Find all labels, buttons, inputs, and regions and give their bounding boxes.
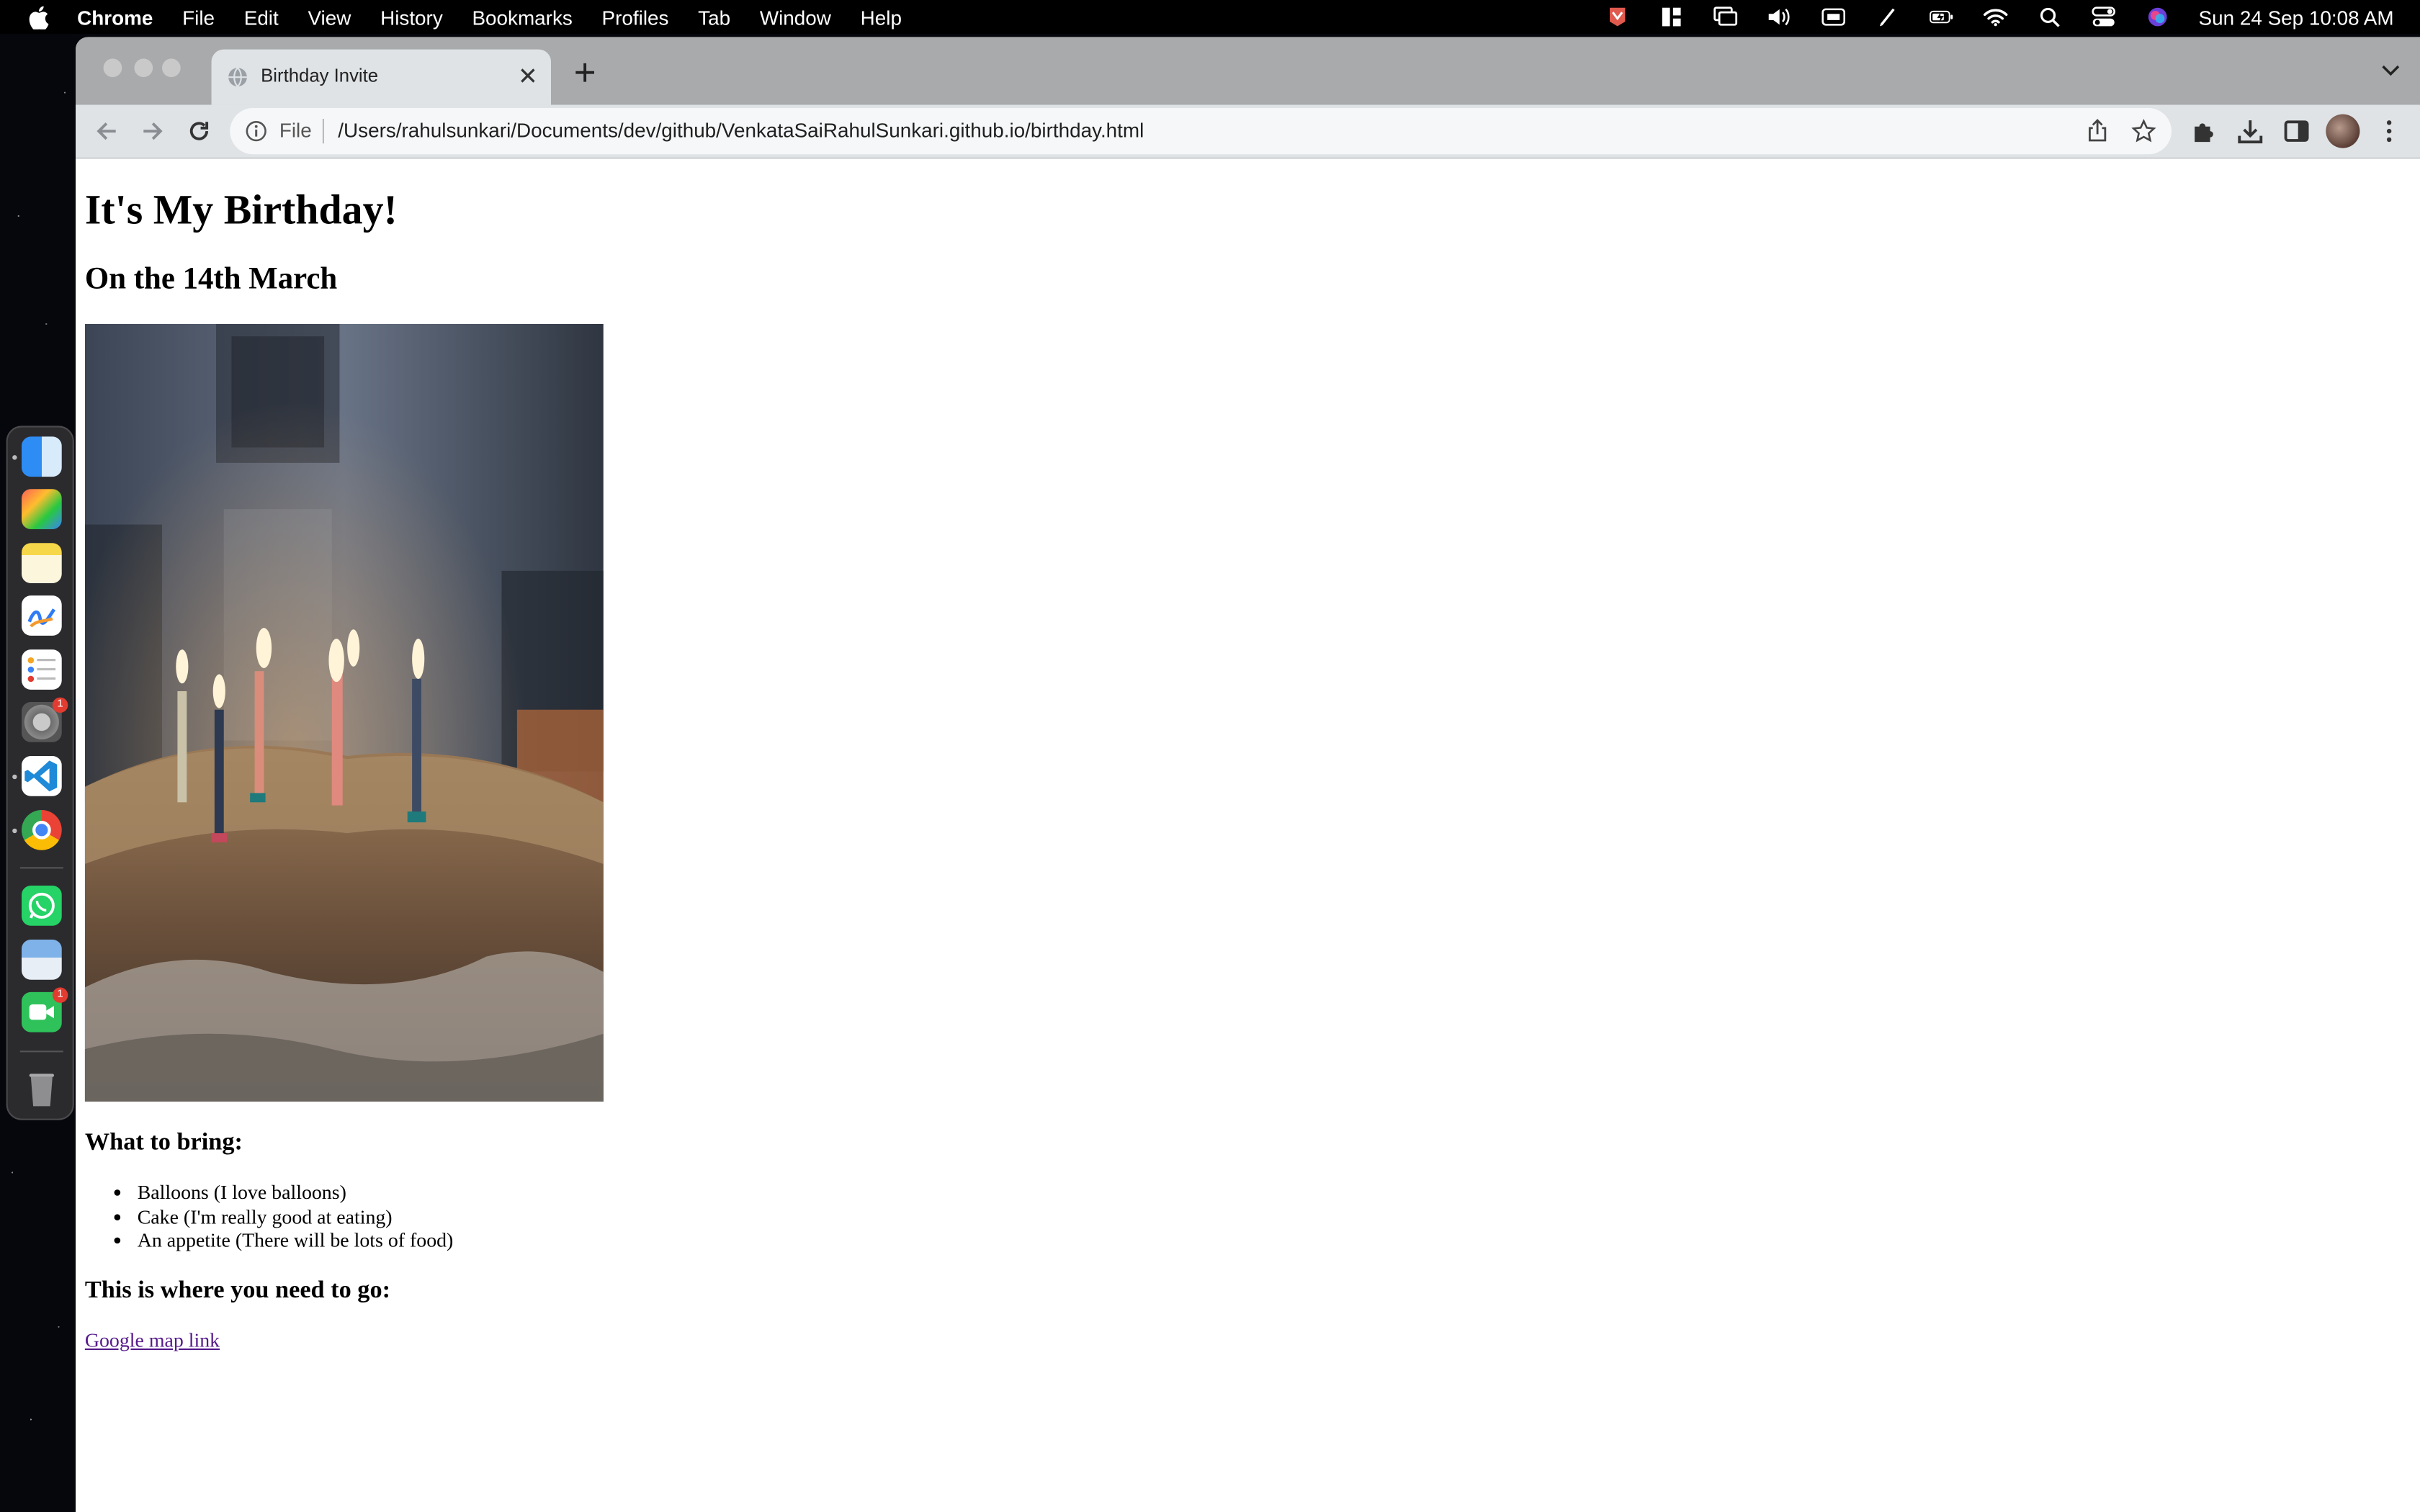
page-title: It's My Birthday!: [84, 186, 398, 233]
battery-icon[interactable]: [1929, 6, 1953, 28]
status-area: Sun 24 Sep 10:08 AM: [1605, 0, 2420, 34]
dock: 1 1: [6, 426, 74, 1120]
globe-icon: [228, 67, 247, 87]
running-indicator: [12, 455, 17, 460]
launchpad-icon[interactable]: [22, 489, 62, 529]
desktop: Chrome File Edit View History Bookmarks …: [0, 0, 2420, 1512]
menu-view[interactable]: View: [308, 6, 351, 29]
menu-window[interactable]: Window: [760, 6, 831, 29]
volume-icon[interactable]: [1767, 6, 1791, 28]
address-divider: [322, 119, 324, 144]
scheme-label: File: [279, 119, 312, 143]
google-map-link[interactable]: Google map link: [85, 1328, 220, 1353]
new-tab-icon[interactable]: [573, 60, 597, 85]
chevron-down-icon[interactable]: [2380, 62, 2401, 81]
address-bar[interactable]: File /Users/rahulsunkari/Documents/dev/g…: [230, 108, 2172, 155]
reminders-icon[interactable]: [22, 649, 62, 690]
minimize-window-button[interactable]: [134, 58, 153, 78]
whatsapp-icon[interactable]: [22, 886, 62, 926]
share-icon[interactable]: [2085, 119, 2110, 143]
siri-icon[interactable]: [2145, 6, 2169, 28]
menu-edit[interactable]: Edit: [244, 6, 279, 29]
profile-avatar[interactable]: [2326, 114, 2360, 148]
back-arrow-icon[interactable]: [93, 117, 121, 145]
running-indicator: [12, 774, 17, 780]
date-heading: On the 14th March: [84, 262, 338, 297]
list-item: Balloons (I love balloons): [138, 1180, 454, 1204]
reload-icon[interactable]: [185, 117, 213, 145]
dock-separator: [19, 867, 63, 869]
menu-bar: Chrome File Edit View History Bookmarks …: [0, 0, 2420, 35]
browser-toolbar: File /Users/rahulsunkari/Documents/dev/g…: [76, 104, 2420, 158]
menu-app-name[interactable]: Chrome: [77, 6, 153, 29]
info-icon[interactable]: [246, 120, 267, 142]
kebab-menu-icon[interactable]: [2375, 117, 2403, 145]
pen-icon[interactable]: [1875, 6, 1899, 28]
apple-icon[interactable]: [28, 5, 50, 29]
control-center-icon[interactable]: [2091, 6, 2115, 28]
zoom-window-button[interactable]: [162, 58, 181, 78]
finder-icon[interactable]: [22, 436, 62, 477]
facetime-badge: 1: [52, 987, 68, 1003]
bring-list: Balloons (I love balloons) Cake (I'm rea…: [76, 1180, 454, 1252]
list-item: Cake (I'm really good at eating): [138, 1205, 454, 1228]
menu-profiles[interactable]: Profiles: [602, 6, 669, 29]
close-window-button[interactable]: [103, 58, 122, 78]
screen-mirroring-icon[interactable]: [1713, 6, 1737, 28]
forward-arrow-icon[interactable]: [139, 117, 167, 145]
tab-birthday-invite[interactable]: Birthday Invite: [211, 49, 551, 105]
menu-history[interactable]: History: [380, 6, 443, 29]
birthday-cake-photo: [84, 324, 604, 1102]
browser-window: Birthday Invite File /Users/rahulsunkari…: [76, 37, 2420, 1512]
menu-help[interactable]: Help: [861, 6, 902, 29]
url-text[interactable]: /Users/rahulsunkari/Documents/dev/github…: [338, 119, 1144, 142]
wifi-icon[interactable]: [1982, 6, 2007, 28]
list-item: An appetite (There will be lots of food): [138, 1228, 454, 1252]
spotlight-search-icon[interactable]: [2037, 6, 2061, 28]
directions-heading: This is where you need to go:: [84, 1277, 391, 1304]
menu-file[interactable]: File: [182, 6, 215, 29]
window-layout-icon[interactable]: [1659, 6, 1683, 28]
tab-title: Birthday Invite: [261, 65, 379, 86]
trash-icon[interactable]: [22, 1069, 62, 1110]
menu-bookmarks[interactable]: Bookmarks: [472, 6, 572, 29]
chrome-icon[interactable]: [22, 810, 62, 850]
running-indicator: [12, 828, 17, 834]
menu-tab[interactable]: Tab: [698, 6, 730, 29]
side-panel-icon[interactable]: [2282, 117, 2311, 145]
close-tab-icon[interactable]: [517, 65, 539, 86]
preview-icon[interactable]: [22, 940, 62, 980]
system-settings-badge: 1: [52, 697, 68, 713]
page-viewport: It's My Birthday! On the 14th March What…: [76, 158, 2420, 1512]
shield-app-icon[interactable]: [1605, 6, 1629, 28]
keyboard-input-icon[interactable]: [1821, 6, 1845, 28]
extensions-puzzle-icon[interactable]: [2190, 117, 2218, 145]
vscode-icon[interactable]: [22, 756, 62, 796]
bookmark-star-icon[interactable]: [2131, 119, 2156, 143]
notes-icon[interactable]: [22, 543, 62, 583]
freeform-icon[interactable]: [22, 595, 62, 636]
download-icon[interactable]: [2236, 117, 2264, 145]
what-to-bring-heading: What to bring:: [84, 1129, 243, 1156]
tab-strip: Birthday Invite: [76, 37, 2420, 105]
menubar-clock[interactable]: Sun 24 Sep 10:08 AM: [2199, 6, 2394, 29]
dock-separator: [19, 1050, 63, 1053]
